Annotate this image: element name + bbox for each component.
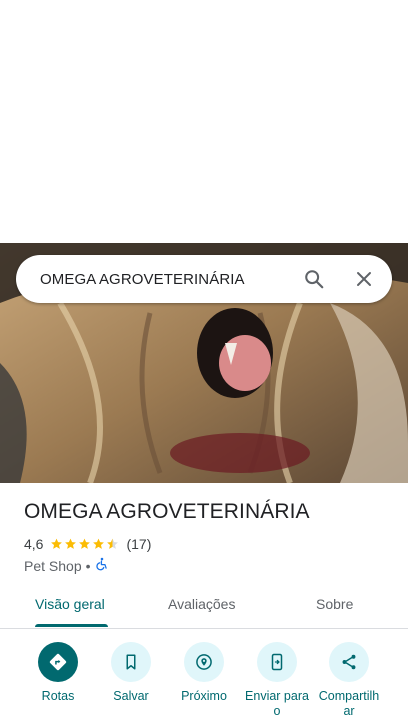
nearby-label: Próximo bbox=[181, 689, 227, 703]
directions-icon bbox=[38, 642, 78, 682]
tab-overview[interactable]: Visão geral bbox=[35, 588, 105, 628]
star-icon bbox=[93, 538, 105, 549]
save-button[interactable]: Salvar bbox=[91, 642, 171, 704]
share-button[interactable]: Compartilhar bbox=[309, 642, 389, 719]
place-tabs: Visão geral Avaliações Sobre bbox=[0, 588, 408, 629]
rating-value: 4,6 bbox=[24, 536, 44, 552]
wheelchair-accessible-icon bbox=[95, 557, 109, 574]
search-icon[interactable] bbox=[302, 267, 326, 291]
star-icon bbox=[65, 538, 77, 549]
category-row: Pet Shop • bbox=[24, 557, 109, 574]
share-icon bbox=[329, 642, 369, 682]
bookmark-icon bbox=[111, 642, 151, 682]
directions-label: Rotas bbox=[41, 689, 75, 703]
send-to-phone-label: Enviar para o bbox=[245, 689, 309, 718]
nearby-button[interactable]: Próximo bbox=[164, 642, 244, 704]
star-icon bbox=[79, 538, 91, 549]
review-count[interactable]: (17) bbox=[126, 536, 151, 552]
rating-stars bbox=[50, 537, 120, 551]
search-input[interactable]: OMEGA AGROVETERINÁRIA bbox=[40, 271, 302, 288]
separator-dot: • bbox=[85, 557, 91, 574]
star-icon bbox=[51, 538, 63, 549]
close-icon[interactable] bbox=[352, 267, 376, 291]
place-title: OMEGA AGROVETERINÁRIA bbox=[24, 500, 310, 523]
share-label: Compartilhar bbox=[318, 689, 380, 718]
nearby-icon bbox=[184, 642, 224, 682]
action-buttons: Rotas Salvar Próximo Enviar para o Compa… bbox=[0, 642, 408, 726]
tab-about[interactable]: Sobre bbox=[316, 588, 353, 628]
search-bar[interactable]: OMEGA AGROVETERINÁRIA bbox=[16, 255, 392, 303]
directions-button[interactable]: Rotas bbox=[18, 642, 98, 704]
tab-reviews[interactable]: Avaliações bbox=[168, 588, 235, 628]
send-to-phone-button[interactable]: Enviar para o bbox=[237, 642, 317, 719]
category-label: Pet Shop bbox=[24, 557, 82, 574]
rating-row[interactable]: 4,6 (17) bbox=[24, 536, 151, 552]
active-tab-indicator bbox=[35, 624, 108, 627]
save-label: Salvar bbox=[113, 689, 149, 703]
star-icon bbox=[107, 538, 119, 549]
send-to-phone-icon bbox=[257, 642, 297, 682]
